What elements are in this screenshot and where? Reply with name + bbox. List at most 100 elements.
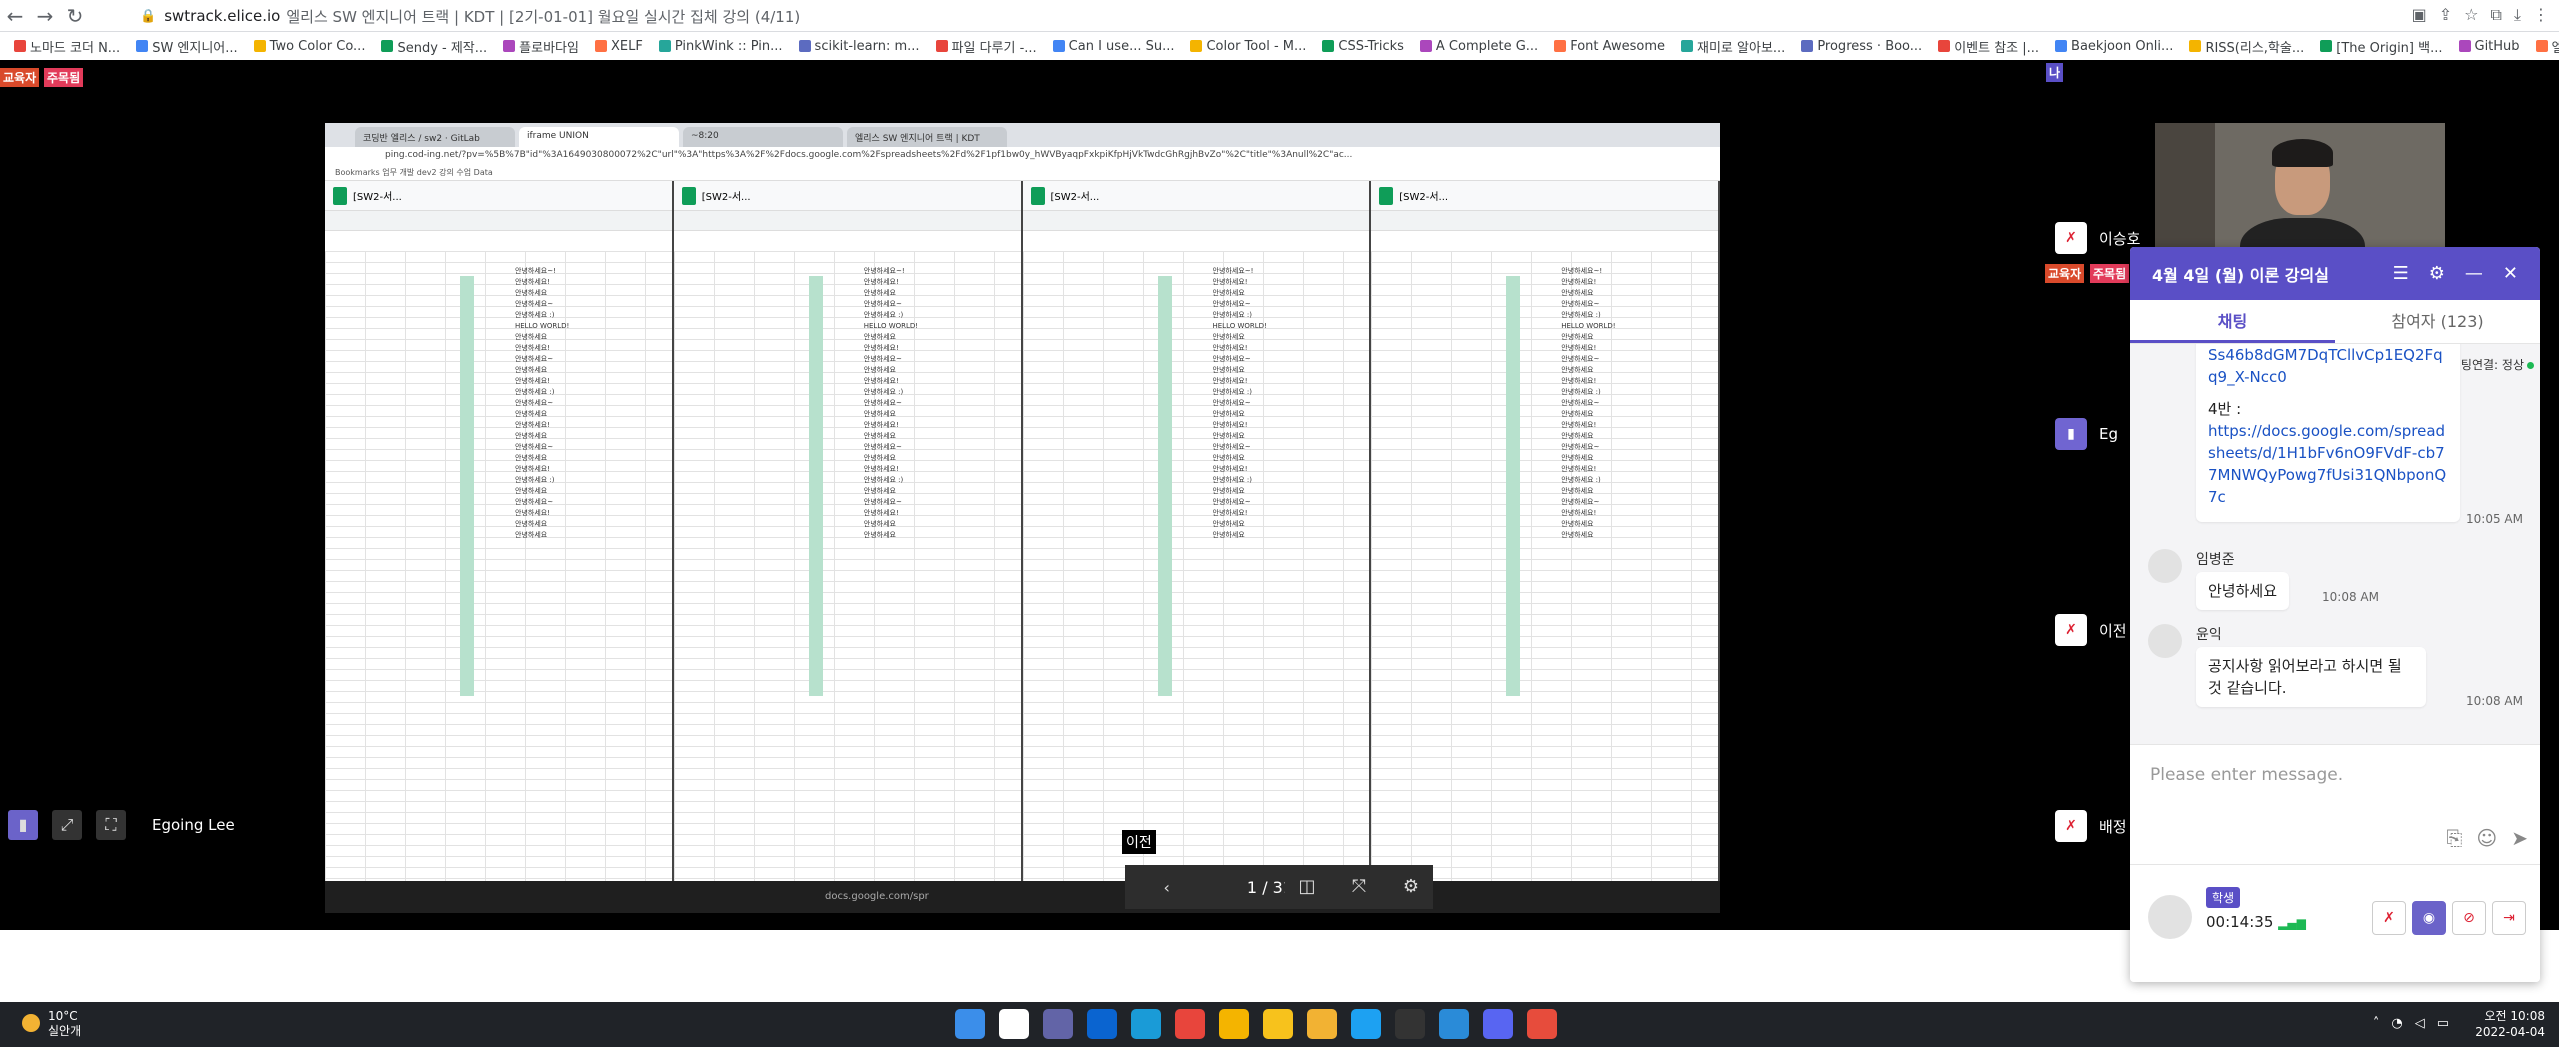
bookmark-favicon-icon (2189, 40, 2202, 52)
bookmark-favicon-icon (1419, 40, 1432, 52)
message-input[interactable]: Please enter message. ⎘ ☺ ➤ (2130, 744, 2540, 864)
settings-icon[interactable]: ⚙ (1389, 865, 1433, 909)
bookmark-item[interactable]: 파일 다루기 -... (932, 37, 1041, 56)
start-icon[interactable] (955, 1009, 985, 1039)
bookmark-item[interactable]: 노마드 코더 N... (10, 37, 124, 56)
twitter-icon[interactable] (1351, 1009, 1381, 1039)
sheet-cells: 안녕하세요~! 안녕하세요! 안녕하세요 안녕하세요~ 안녕하세요 :) HEL… (1561, 267, 1616, 539)
weather-widget[interactable]: 10°C 실안개 (22, 1009, 81, 1039)
bookmark-item[interactable]: Baekjoon Onli... (2051, 39, 2177, 54)
bookmark-item[interactable]: XELF (591, 39, 647, 54)
bookmark-label: XELF (610, 38, 643, 54)
volume-icon[interactable]: ◁ (2415, 1016, 2425, 1031)
message-link[interactable]: https://docs.google.com/spreadsheets/d/1… (2208, 420, 2448, 508)
message-time: 10:08 AM (2322, 590, 2379, 604)
participant-tile: ▮ Eg (2055, 418, 2118, 450)
reload-icon[interactable]: ↻ (60, 2, 90, 30)
hamburger-icon[interactable]: ☰ (2393, 263, 2409, 284)
search-icon[interactable] (999, 1009, 1029, 1039)
sheet-title: [SW2-서... (353, 192, 402, 203)
attach-icon[interactable]: ⎘ (2446, 826, 2462, 850)
bookmark-item[interactable]: [The Origin] 백... (2316, 37, 2446, 56)
menu-icon[interactable]: ⋮ (2533, 5, 2549, 25)
clock-time: 오전 10:08 (2484, 1009, 2545, 1023)
bookmark-item[interactable]: Two Color Co... (250, 39, 370, 54)
gear-icon[interactable]: ⚙ (2429, 263, 2445, 284)
discord-icon[interactable] (1483, 1009, 1513, 1039)
bookmark-item[interactable]: PinkWink :: Pin... (655, 39, 787, 54)
bookmark-item[interactable]: 이벤트 참조 |... (1934, 37, 2043, 56)
expand-icon[interactable]: ⤢ (52, 810, 82, 840)
download-icon[interactable]: ⤓ (2514, 5, 2521, 25)
share-icon[interactable]: ⇪ (2439, 5, 2452, 25)
minimize-icon[interactable]: — (2465, 263, 2483, 284)
bookmark-item[interactable]: 플로바다임 (499, 37, 583, 56)
mic-icon[interactable]: ▮ (8, 810, 38, 840)
avatar (2148, 549, 2182, 583)
bookmark-star-icon[interactable]: ☆ (2464, 5, 2478, 25)
bookmark-item[interactable]: RISS(리스,학술... (2185, 37, 2308, 56)
wifi-icon[interactable]: ◔ (2391, 1016, 2402, 1031)
shared-tab: iframe UNION (519, 127, 679, 147)
edge-icon[interactable] (1131, 1009, 1161, 1039)
screen-icon[interactable] (1527, 1009, 1557, 1039)
bookmark-item[interactable]: Sendy - 제작... (377, 37, 491, 56)
clock[interactable]: 오전 10:08 2022-04-04 (2475, 1008, 2545, 1040)
bookmark-item[interactable]: 엘리스 SW 엔... (2532, 37, 2559, 56)
mail-icon[interactable] (1087, 1009, 1117, 1039)
chat-icon[interactable] (1263, 1009, 1293, 1039)
fullscreen-icon[interactable]: ⛶ (96, 810, 126, 840)
bookmark-item[interactable]: A Complete G... (1416, 39, 1542, 54)
bookmark-favicon-icon (1554, 40, 1567, 52)
self-tag: 나 (2046, 63, 2064, 82)
mic-muted-button[interactable]: ✗ (2372, 901, 2406, 935)
url-bar[interactable]: 🔒 swtrack.elice.io 엘리스 SW 엔지니어 트랙 | KDT … (140, 3, 2200, 29)
sheets-logo-icon (1379, 186, 1394, 205)
bookmark-item[interactable]: Font Awesome (1550, 39, 1669, 54)
bookmark-item[interactable]: 재미로 알아보... (1677, 37, 1789, 56)
store-icon[interactable] (1219, 1009, 1249, 1039)
battery-icon[interactable]: ▭ (2437, 1016, 2449, 1031)
prev-page-icon[interactable]: ‹ (1164, 878, 1170, 897)
forward-icon[interactable]: → (30, 2, 60, 30)
emoji-icon[interactable]: ☺ (2476, 826, 2497, 850)
close-icon[interactable]: ✕ (2503, 263, 2518, 284)
bookmark-item[interactable]: Color Tool - M... (1186, 39, 1310, 54)
bookmark-item[interactable]: Can I use... Su... (1049, 39, 1179, 54)
bookmark-label: Baekjoon Onli... (2071, 38, 2174, 54)
message-time: 10:08 AM (2466, 694, 2523, 708)
bookmark-item[interactable]: Progress · Boo... (1797, 39, 1926, 54)
teams-icon[interactable] (1043, 1009, 1073, 1039)
screen-share-off-button[interactable]: ⊘ (2452, 901, 2486, 935)
puzzle-icon[interactable]: ⧉ (2490, 5, 2501, 25)
leave-button[interactable]: ⇥ (2492, 901, 2526, 935)
bookmark-label: 노마드 코더 N... (30, 40, 121, 56)
vscode-icon[interactable] (1439, 1009, 1469, 1039)
tab-chat[interactable]: 채팅 (2130, 300, 2335, 343)
chrome-icon[interactable] (1175, 1009, 1205, 1039)
chevron-up-icon[interactable]: ˄ (2373, 1016, 2380, 1031)
back-icon[interactable]: ← (0, 2, 30, 30)
send-icon[interactable]: ➤ (2511, 826, 2528, 850)
terminal-icon[interactable] (1395, 1009, 1425, 1039)
files-icon[interactable] (1307, 1009, 1337, 1039)
sheet-title: [SW2-서... (1399, 192, 1449, 203)
lock-icon: 🔒 (140, 8, 157, 24)
bookmark-item[interactable]: CSS-Tricks (1318, 39, 1408, 54)
layout-icon[interactable]: ◫ (1285, 865, 1329, 909)
bookmark-favicon-icon (1681, 40, 1694, 52)
bookmark-favicon-icon (1801, 40, 1814, 52)
bookmark-item[interactable]: scikit-learn: m... (795, 39, 924, 54)
fit-screen-icon[interactable]: ⤧ (1337, 865, 1381, 909)
chat-tabs: 채팅 참여자 (123) (2130, 300, 2540, 344)
bookmark-favicon-icon (253, 40, 266, 52)
bookmark-item[interactable]: GitHub (2455, 39, 2524, 54)
screenshot-icon[interactable]: ▣ (2412, 5, 2427, 25)
bookmark-favicon-icon (14, 40, 26, 52)
bookmark-item[interactable]: SW 엔지니어... (132, 37, 241, 56)
participant-tile: ✗ 배정 (2055, 810, 2127, 842)
tab-participants[interactable]: 참여자 (123) (2335, 300, 2540, 343)
bookmark-favicon-icon (935, 40, 948, 52)
participant-tile: ✗ 이전 (2055, 614, 2127, 646)
camera-button[interactable]: ◉ (2412, 901, 2446, 935)
